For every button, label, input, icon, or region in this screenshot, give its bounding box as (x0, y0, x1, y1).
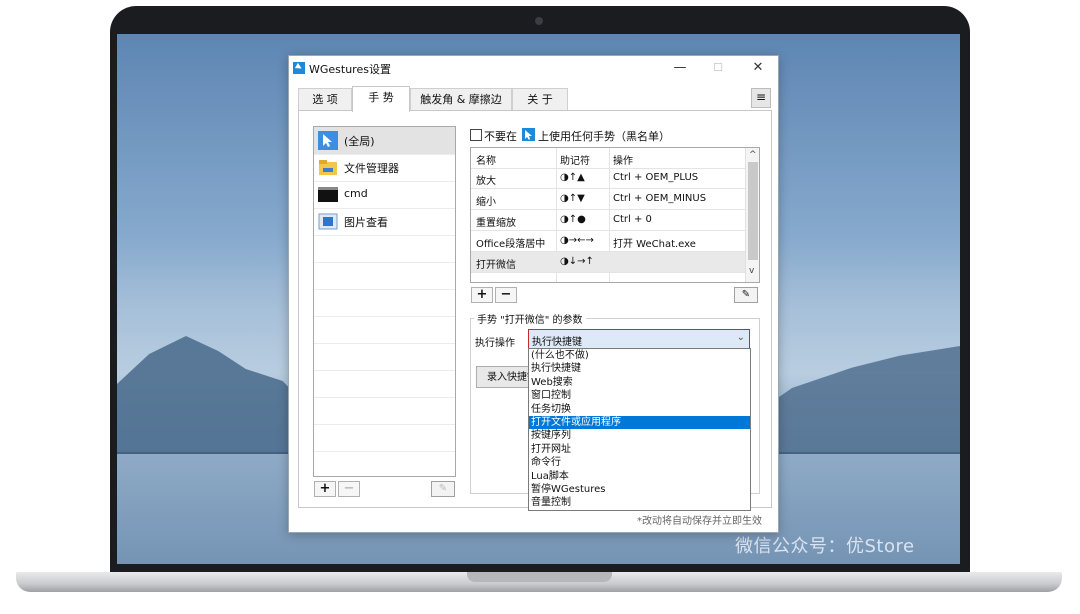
empty-row (314, 289, 455, 317)
dropdown-option[interactable]: 命令行 (529, 456, 750, 469)
app-list[interactable]: (全局) 文件管理器 cmd 图片查看 (313, 126, 456, 477)
hamburger-menu-icon[interactable]: ≡ (751, 88, 771, 108)
app-target-icon (522, 128, 535, 141)
table-row-selected[interactable]: 打开微信 ◑↓→↑ (471, 252, 745, 273)
gesture-action: 打开 WeChat.exe (613, 239, 696, 250)
minimize-button[interactable]: — (667, 58, 693, 78)
dropdown-option[interactable]: 按键序列 (529, 429, 750, 442)
gesture-name: 缩小 (476, 197, 496, 208)
header-name: 名称 (476, 156, 496, 167)
title-bar[interactable]: WGestures设置 — ☐ ✕ (289, 56, 778, 80)
app-item-label: (全局) (344, 135, 375, 148)
add-app-button[interactable]: + (314, 481, 336, 497)
empty-row (314, 343, 455, 371)
gesture-mnemonic: ◑↑● (560, 214, 586, 225)
dropdown-option[interactable]: 执行快捷键 (529, 362, 750, 375)
gesture-name: 重置缩放 (476, 218, 516, 229)
table-scrollbar[interactable]: ^ v (745, 148, 759, 282)
tab-hotcorners[interactable]: 触发角 & 摩擦边 (410, 88, 512, 111)
tab-gestures[interactable]: 手 势 (352, 86, 410, 112)
empty-row (314, 397, 455, 425)
terminal-icon (318, 185, 338, 204)
remove-app-button[interactable]: − (338, 481, 360, 497)
record-hotkey-button[interactable]: 录入快捷键 (476, 366, 536, 388)
settings-window: WGestures设置 — ☐ ✕ 选 项 手 势 触发角 & 摩擦边 关 于 … (288, 55, 779, 533)
empty-row (314, 316, 455, 344)
gesture-name: 放大 (476, 176, 496, 187)
app-item-label: 图片查看 (344, 216, 388, 229)
gesture-action: Ctrl + OEM_PLUS (613, 172, 699, 183)
gesture-name: Office段落居中 (476, 239, 546, 250)
window-title: WGestures设置 (309, 63, 391, 76)
dropdown-option[interactable]: 窗口控制 (529, 389, 750, 402)
watermark-text: 微信公众号：优Store (735, 536, 915, 557)
maximize-button[interactable]: ☐ (705, 58, 731, 78)
empty-row (314, 451, 455, 476)
cursor-icon (318, 131, 338, 150)
dropdown-option[interactable]: 任务切换 (529, 403, 750, 416)
exec-action-select[interactable]: 执行快捷键 ⌄ (528, 329, 750, 349)
laptop-notch (467, 572, 612, 582)
edit-gesture-icon[interactable]: ✎ (734, 287, 758, 303)
blacklist-label-after: 上使用任何手势（黑名单） (538, 130, 670, 143)
app-item-label: cmd (344, 187, 368, 200)
gesture-action: Ctrl + OEM_MINUS (613, 193, 707, 204)
dropdown-option[interactable]: Lua脚本 (529, 470, 750, 483)
header-mnemonic: 助记符 (560, 156, 590, 167)
exec-action-dropdown[interactable]: (什么也不做) 执行快捷键 Web搜索 窗口控制 任务切换 打开文件或应用程序 … (528, 348, 751, 511)
close-button[interactable]: ✕ (745, 58, 771, 78)
chevron-up-icon[interactable]: ^ (749, 150, 757, 160)
scrollbar-thumb[interactable] (748, 162, 758, 260)
empty-row (314, 235, 455, 263)
table-header: 名称 助记符 操作 (471, 148, 745, 169)
table-row[interactable]: 重置缩放 ◑↑● Ctrl + 0 (471, 210, 745, 231)
gesture-mnemonic: ◑↑▲ (560, 172, 585, 183)
add-gesture-button[interactable]: + (471, 287, 493, 303)
table-row[interactable]: 放大 ◑↑▲ Ctrl + OEM_PLUS (471, 168, 745, 189)
tab-about[interactable]: 关 于 (512, 88, 568, 111)
gesture-mnemonic: ◑↓→↑ (560, 256, 594, 267)
folder-icon (318, 158, 338, 177)
dropdown-option[interactable]: 暂停WGestures (529, 483, 750, 496)
gesture-action: Ctrl + 0 (613, 214, 652, 225)
dropdown-option-highlighted[interactable]: 打开文件或应用程序 (529, 416, 750, 430)
app-item-global[interactable]: (全局) (314, 127, 455, 155)
gesture-mnemonic: ◑→←→ (560, 235, 594, 246)
blacklist-label-before: 不要在 (484, 130, 517, 143)
empty-row (314, 424, 455, 452)
app-item-cmd[interactable]: cmd (314, 181, 455, 209)
gesture-mnemonic: ◑↑▼ (560, 193, 585, 204)
chevron-down-icon[interactable]: v (749, 266, 754, 276)
table-row[interactable]: Office段落居中 ◑→←→ 打开 WeChat.exe (471, 231, 745, 252)
remove-gesture-button[interactable]: − (495, 287, 517, 303)
table-row[interactable]: 缩小 ◑↑▼ Ctrl + OEM_MINUS (471, 189, 745, 210)
exec-action-label: 执行操作 (475, 338, 515, 349)
app-item-image-viewer[interactable]: 图片查看 (314, 208, 455, 236)
camera-icon (535, 17, 543, 25)
params-title: 手势 "打开微信" 的参数 (474, 311, 586, 326)
chevron-down-icon: ⌄ (736, 332, 745, 343)
gesture-table[interactable]: 名称 助记符 操作 放大 ◑↑▲ Ctrl + OEM_PLUS 缩小 ◑↑▼ … (470, 147, 760, 283)
image-viewer-icon (318, 212, 338, 231)
dropdown-option[interactable]: 打开网址 (529, 443, 750, 456)
empty-row (314, 370, 455, 398)
app-item-label: 文件管理器 (344, 162, 399, 175)
edit-app-icon[interactable]: ✎ (431, 481, 455, 497)
empty-row (314, 262, 455, 290)
dropdown-option[interactable]: (什么也不做) (529, 349, 750, 362)
tab-options[interactable]: 选 项 (298, 88, 352, 111)
blacklist-checkbox[interactable] (470, 129, 482, 141)
dropdown-option[interactable]: Web搜索 (529, 376, 750, 389)
autosave-note: *改动将自动保存并立即生效 (637, 516, 762, 527)
select-value: 执行快捷键 (532, 337, 582, 348)
dropdown-option[interactable]: 音量控制 (529, 496, 750, 509)
wgestures-app-icon (293, 62, 305, 74)
header-action: 操作 (613, 156, 633, 167)
app-item-file-manager[interactable]: 文件管理器 (314, 154, 455, 182)
gesture-name: 打开微信 (476, 260, 516, 271)
